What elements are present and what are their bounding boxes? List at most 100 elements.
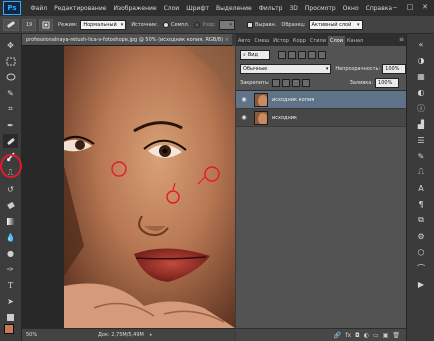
info-panel-icon[interactable]: ⓘ bbox=[414, 102, 428, 114]
crop-tool[interactable]: ⌗ bbox=[3, 102, 18, 116]
tab-channels[interactable]: Канал bbox=[345, 38, 365, 46]
tab-auto[interactable]: Авто bbox=[236, 38, 252, 46]
bandage-icon bbox=[7, 138, 14, 145]
type-tool[interactable]: T bbox=[3, 278, 18, 292]
path-select-tool[interactable]: ➤ bbox=[3, 294, 18, 308]
document-tab[interactable]: professionalnaya-retush-lica-v-fotoshope… bbox=[22, 34, 232, 46]
tool-preset-picker[interactable] bbox=[3, 18, 19, 31]
sample-select[interactable]: Активный слой ▾ bbox=[308, 19, 363, 30]
swatches-panel-icon[interactable]: ▦ bbox=[414, 70, 428, 82]
color-panel-icon[interactable]: ◑ bbox=[414, 54, 428, 66]
properties-panel-icon[interactable]: ☰ bbox=[414, 134, 428, 146]
arrow-icon: ➤ bbox=[7, 296, 14, 306]
dodge-tool[interactable]: ● bbox=[3, 246, 18, 260]
tab-history[interactable]: Истор bbox=[271, 38, 291, 46]
eye-icon[interactable]: ◉ bbox=[238, 96, 250, 103]
lock-position-icon[interactable] bbox=[291, 79, 300, 87]
panel-menu-icon[interactable]: ≡ bbox=[399, 36, 404, 43]
canvas-area[interactable] bbox=[22, 46, 235, 328]
layer-style-icon[interactable]: fx bbox=[345, 332, 351, 339]
shape-tool[interactable] bbox=[3, 310, 18, 324]
minimize-button[interactable]: ‒ bbox=[389, 2, 401, 12]
blend-mode-select[interactable]: Обычные ▾ bbox=[240, 64, 332, 74]
filter-shape-icon[interactable] bbox=[308, 51, 316, 59]
pattern-picker[interactable]: ▾ bbox=[218, 19, 235, 30]
source-sampled-radio[interactable] bbox=[162, 21, 169, 28]
menu-image[interactable]: Изображение bbox=[110, 5, 160, 12]
lasso-tool[interactable] bbox=[3, 70, 18, 84]
menu-window[interactable]: Окно bbox=[339, 5, 362, 12]
new-group-icon[interactable]: ▭ bbox=[373, 332, 379, 339]
character-panel-icon[interactable]: A bbox=[414, 182, 428, 194]
tool-presets-panel-icon[interactable]: ⚙ bbox=[414, 230, 428, 242]
menu-filter[interactable]: Фильтр bbox=[255, 5, 286, 12]
maximize-button[interactable]: □ bbox=[404, 2, 416, 12]
layer-kind-select[interactable]: ⌕ Вид bbox=[240, 50, 270, 60]
lock-all-icon[interactable] bbox=[301, 79, 310, 87]
layer-comps-panel-icon[interactable]: ⧉ bbox=[414, 214, 428, 226]
menu-view[interactable]: Просмотр bbox=[301, 5, 339, 12]
mode-select[interactable]: Нормальный ▾ bbox=[80, 19, 127, 30]
layer-mask-icon[interactable]: ◘ bbox=[355, 332, 360, 339]
menu-type[interactable]: Шрифт bbox=[183, 5, 213, 12]
status-menu-icon[interactable]: ▸ bbox=[150, 332, 153, 338]
new-layer-icon[interactable]: ▣ bbox=[383, 332, 389, 339]
history-brush-tool[interactable]: ↺ bbox=[3, 182, 18, 196]
trash-icon[interactable]: 🗑 bbox=[392, 332, 400, 339]
tab-styles[interactable]: Стили bbox=[308, 38, 328, 46]
close-button[interactable]: ✕ bbox=[419, 2, 431, 12]
foreground-color-swatch[interactable] bbox=[4, 324, 14, 334]
lock-transparency-icon[interactable] bbox=[271, 79, 280, 87]
healing-brush-tool[interactable] bbox=[3, 134, 18, 148]
brush-settings-button[interactable] bbox=[39, 18, 53, 31]
document-photo[interactable] bbox=[64, 46, 235, 328]
lock-pixels-icon[interactable] bbox=[281, 79, 290, 87]
menu-layers[interactable]: Слои bbox=[160, 5, 183, 12]
pen-tool[interactable]: ✑ bbox=[3, 262, 18, 276]
clone-stamp-tool[interactable]: ⎍ bbox=[3, 166, 18, 180]
eyedropper-tool[interactable]: ✒ bbox=[3, 118, 18, 132]
marquee-tool[interactable] bbox=[3, 54, 18, 68]
blur-tool[interactable]: 💧 bbox=[3, 230, 18, 244]
adjustments-panel-icon[interactable]: ◐ bbox=[414, 86, 428, 98]
actions-panel-icon[interactable]: ▶ bbox=[414, 278, 428, 290]
brush-size-picker[interactable]: 19 bbox=[22, 18, 36, 31]
layer-row[interactable]: ◉ исходник bbox=[236, 109, 406, 127]
filter-type-icon[interactable] bbox=[298, 51, 306, 59]
menu-select[interactable]: Выделение bbox=[212, 5, 255, 12]
eraser-tool[interactable] bbox=[3, 198, 18, 212]
tab-corrections[interactable]: Корр bbox=[291, 38, 308, 46]
menu-3d[interactable]: 3D bbox=[286, 5, 301, 12]
paragraph-panel-icon[interactable]: ¶ bbox=[414, 198, 428, 210]
adjustment-layer-icon[interactable]: ◐ bbox=[364, 332, 369, 339]
menu-edit[interactable]: Редактирование bbox=[51, 5, 110, 12]
brush-tool[interactable] bbox=[3, 150, 18, 164]
filter-pixel-icon[interactable] bbox=[278, 51, 286, 59]
move-tool[interactable]: ✥ bbox=[3, 38, 18, 52]
menu-file[interactable]: Файл bbox=[27, 5, 51, 12]
tools-panel: ✥ ✎ ⌗ ✒ ⎍ ↺ 💧 ● ✑ T ➤ bbox=[0, 34, 22, 341]
3d-panel-icon[interactable]: ⬡ bbox=[414, 246, 428, 258]
source-pattern-radio[interactable] bbox=[194, 21, 201, 28]
histogram-panel-icon[interactable]: ▟ bbox=[414, 118, 428, 130]
rectangle-icon bbox=[7, 313, 14, 321]
tab-layers[interactable]: Слои bbox=[327, 36, 345, 46]
fill-field[interactable]: 100% bbox=[375, 78, 400, 88]
paths-panel-icon[interactable]: ⌒ bbox=[414, 262, 428, 274]
tab-blend[interactable]: Смеш bbox=[252, 38, 271, 46]
filter-adjustment-icon[interactable] bbox=[288, 51, 296, 59]
brush-panel-icon[interactable]: ✎ bbox=[414, 150, 428, 162]
quick-select-tool[interactable]: ✎ bbox=[3, 86, 18, 100]
close-icon[interactable]: × bbox=[225, 37, 229, 43]
filter-smart-icon[interactable] bbox=[318, 51, 326, 59]
opacity-field[interactable]: 100% bbox=[382, 64, 406, 74]
zoom-level[interactable]: 50% bbox=[22, 332, 58, 338]
clone-source-panel-icon[interactable]: ⎍ bbox=[414, 166, 428, 178]
link-layers-icon[interactable]: 🔗 bbox=[334, 332, 341, 339]
aligned-checkbox[interactable] bbox=[246, 21, 253, 28]
type-icon: T bbox=[7, 280, 14, 290]
collapse-dock-icon[interactable]: « bbox=[414, 38, 428, 50]
layer-row[interactable]: ◉ исходник копия bbox=[236, 91, 406, 109]
eye-icon[interactable]: ◉ bbox=[238, 114, 250, 121]
gradient-tool[interactable] bbox=[3, 214, 18, 228]
